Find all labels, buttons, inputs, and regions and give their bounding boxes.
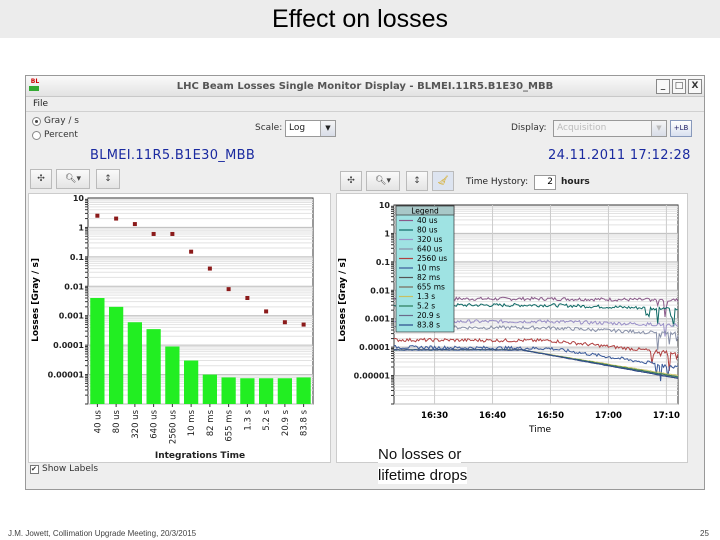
x-tick-label: 83.8 s [300, 409, 310, 436]
legend-entry: 83.8 s [417, 321, 440, 330]
y-tick-label: 0.001 [59, 312, 85, 321]
bar [90, 297, 105, 404]
annotation-line-2: lifetime drops [378, 467, 468, 484]
y-tick-label: 0.1 [376, 258, 391, 267]
x-tick-label: 320 us [131, 409, 141, 438]
threshold-marker [226, 287, 231, 292]
bar [296, 377, 311, 404]
bar [202, 374, 217, 404]
legend-entry: 20.9 s [417, 311, 440, 320]
y-tick-label: 1 [384, 229, 390, 238]
x-tick-label: 40 us [93, 409, 103, 433]
bar [109, 306, 124, 404]
y-tick-label: 0.01 [64, 282, 84, 291]
x-tick-label: 10 ms [187, 409, 197, 436]
legend-entry: 320 us [417, 235, 442, 244]
legend-entry: 10 ms [417, 264, 440, 273]
threshold-marker [282, 320, 287, 325]
losses-time-line-chart: 10 1 0.1 0.01 0.001 0.0001 0.00001 16:30 16:40 16… [354, 201, 680, 421]
legend-entry: 2560 us [417, 254, 447, 263]
x-tick-label: 82 ms [206, 409, 216, 436]
threshold-marker [264, 309, 269, 314]
integration-time-bar-chart: 10 1 0.1 0.01 0.001 0.0001 0.00001 40 us 80 us 32… [48, 194, 314, 444]
x-tick-label: 20.9 s [281, 409, 291, 436]
x-tick-label: 2560 us [168, 409, 178, 444]
bar [277, 378, 292, 404]
y-tick-label: 0.00001 [354, 372, 391, 381]
threshold-marker [114, 216, 119, 221]
bar [259, 378, 274, 404]
legend-entry: 640 us [417, 245, 442, 254]
y-tick-label: 1 [78, 223, 84, 232]
y-tick-label: 0.001 [365, 315, 391, 324]
x-tick-label: 16:40 [479, 411, 506, 421]
bar [127, 322, 142, 404]
x-tick-label: 17:00 [595, 411, 622, 421]
page-number: 25 [700, 529, 709, 538]
x-tick-label: 80 us [112, 409, 122, 433]
threshold-marker [189, 249, 194, 254]
threshold-marker [95, 213, 100, 218]
y-tick-label: 0.0001 [53, 341, 84, 350]
bar [221, 377, 236, 404]
legend-entry: 1.3 s [417, 292, 435, 301]
bar [184, 360, 199, 404]
legend-entry: 5.2 s [417, 302, 435, 311]
y-axis-title-left: Losses [Gray / s] [31, 258, 41, 342]
legend-title: Legend [411, 207, 439, 216]
charts-layer: 1010.10.010.0010.00010.0000140 us 80 us 32… [31, 194, 680, 461]
x-axis-title-left: Integrations Time [155, 451, 245, 461]
x-tick-label: 16:50 [537, 411, 564, 421]
threshold-marker [132, 222, 137, 227]
footer-text: J.M. Jowett, Collimation Upgrade Meeting… [8, 529, 197, 538]
y-tick-label: 10 [73, 194, 85, 203]
threshold-marker [207, 266, 212, 271]
bar [240, 378, 255, 404]
bar [146, 329, 161, 404]
threshold-marker [245, 295, 250, 300]
x-tick-label: 17:10 [653, 411, 680, 421]
threshold-marker [301, 322, 306, 327]
y-tick-label: 0.01 [370, 286, 390, 295]
legend-entry: 82 ms [417, 273, 440, 282]
annotation-line-1: No losses or [378, 446, 462, 463]
threshold-marker [170, 231, 175, 236]
bar [165, 346, 180, 404]
legend-entry: 80 us [417, 226, 438, 235]
x-tick-label: 640 us [150, 409, 160, 438]
x-tick-label: 1.3 s [243, 409, 253, 430]
y-tick-label: 0.00001 [48, 371, 85, 380]
threshold-marker [151, 231, 156, 236]
y-tick-label: 10 [379, 201, 391, 210]
legend-entry: 655 ms [417, 283, 445, 292]
y-axis-title-right: Losses [Gray / s] [338, 258, 348, 342]
x-tick-label: 655 ms [225, 409, 235, 441]
legend-entry: 40 us [417, 216, 438, 225]
y-tick-label: 0.1 [70, 253, 85, 262]
x-axis-title-right: Time [528, 425, 551, 435]
x-tick-label: 5.2 s [262, 409, 272, 430]
y-tick-label: 0.0001 [359, 343, 390, 352]
x-tick-label: 16:30 [421, 411, 448, 421]
